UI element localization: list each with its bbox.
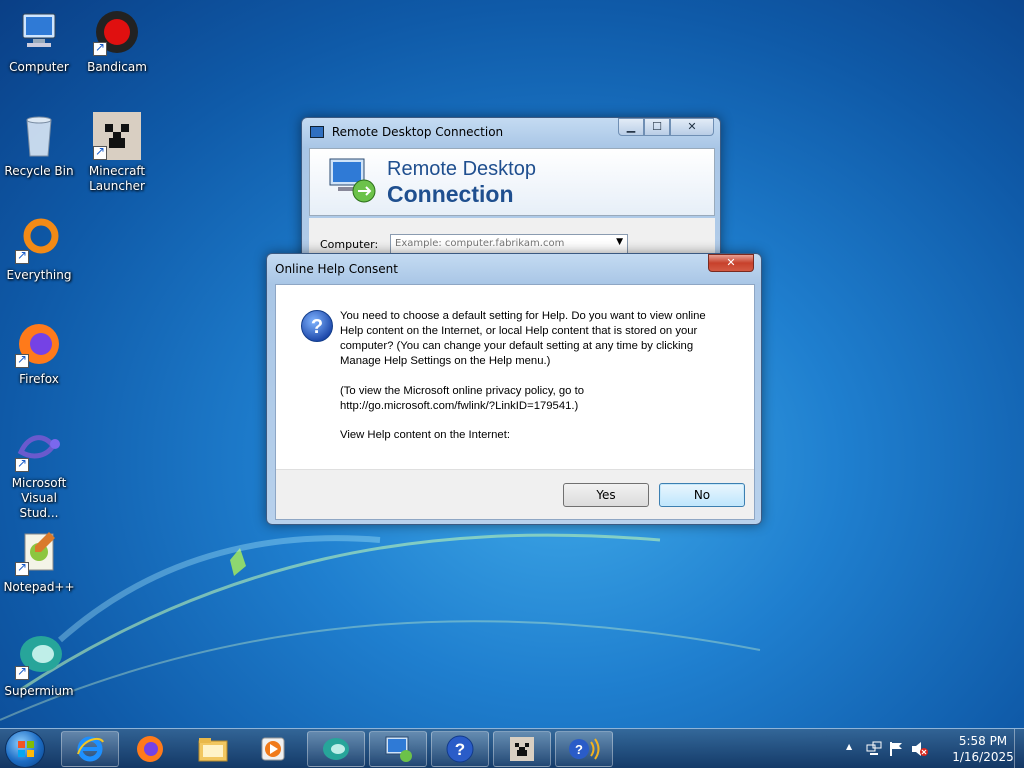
- desktop-icon-supermium[interactable]: Supermium: [0, 632, 78, 699]
- dialog-message: You need to choose a default setting for…: [340, 310, 706, 367]
- shortcut-arrow-icon: [15, 352, 29, 368]
- firefox-icon: [15, 320, 63, 368]
- bandicam-icon: [93, 8, 141, 56]
- desktop-icon-bandicam[interactable]: Bandicam: [78, 8, 156, 75]
- remote-desktop-logo-icon: [329, 158, 376, 203]
- shortcut-arrow-icon: [93, 144, 107, 160]
- desktop-icon-everything[interactable]: Everything: [0, 216, 78, 283]
- media-player-icon: [261, 737, 285, 761]
- rdc-heading-line2: Connection: [387, 181, 514, 207]
- desktop-icon-label: Notepad++: [3, 580, 75, 594]
- remote-desktop-icon: [385, 736, 412, 762]
- minecraft-icon: [93, 112, 141, 160]
- close-button[interactable]: ✕: [670, 118, 714, 136]
- dialog-title-bar[interactable]: Online Help Consent ✕: [267, 254, 761, 282]
- show-desktop-button[interactable]: [1014, 729, 1024, 768]
- taskbar-internet-explorer[interactable]: [61, 731, 119, 767]
- taskbar-media-player[interactable]: [244, 731, 302, 767]
- volume-muted-icon[interactable]: [910, 741, 928, 757]
- desktop-icon-label: Microsoft Visual Stud...: [11, 476, 67, 520]
- svg-text:?: ?: [455, 740, 465, 759]
- computer-input[interactable]: Example: computer.fabrikam.com: [395, 238, 564, 249]
- network-icon[interactable]: [866, 741, 882, 757]
- firefox-icon: [137, 736, 163, 762]
- dialog-question: View Help content on the Internet:: [340, 429, 510, 441]
- title-bar[interactable]: Remote Desktop Connection ▁ ☐ ✕: [302, 118, 720, 146]
- desktop-icon-notepadpp[interactable]: Notepad++: [0, 528, 78, 595]
- yes-button[interactable]: Yes: [563, 483, 649, 507]
- desktop-icon-firefox[interactable]: Firefox: [0, 320, 78, 387]
- minecraft-icon: [510, 737, 534, 761]
- computer-combobox[interactable]: Example: computer.fabrikam.com ▼: [390, 234, 628, 254]
- taskbar-minecraft[interactable]: [493, 731, 551, 767]
- computer-icon: [15, 8, 63, 56]
- dialog-close-button[interactable]: ✕: [708, 254, 754, 272]
- chevron-down-icon[interactable]: ▼: [616, 237, 623, 247]
- rdc-heading-line1: Remote Desktop: [387, 158, 536, 180]
- computer-label: Computer:: [320, 238, 379, 251]
- desktop-icon-computer[interactable]: Computer: [0, 8, 78, 75]
- dialog-button-bar: Yes No: [276, 469, 754, 519]
- question-icon: ?: [301, 310, 333, 342]
- internet-explorer-icon: [77, 736, 104, 762]
- privacy-policy-text: (To view the Microsoft online privacy po…: [340, 385, 585, 412]
- shortcut-arrow-icon: [15, 664, 29, 680]
- desktop-icon-label: Everything: [6, 268, 72, 282]
- taskbar-firefox[interactable]: [121, 731, 179, 767]
- desktop-icon-label: Bandicam: [87, 60, 147, 74]
- notepadpp-icon: [15, 528, 63, 576]
- desktop-icon-label: Supermium: [4, 684, 74, 698]
- no-button[interactable]: No: [659, 483, 745, 507]
- maximize-button[interactable]: ☐: [644, 118, 670, 136]
- desktop-icon-label: Recycle Bin: [4, 164, 74, 178]
- help-icon: ?: [446, 735, 474, 763]
- supermium-icon: [323, 738, 349, 760]
- start-button[interactable]: [5, 730, 45, 768]
- dialog-content: ? You need to choose a default setting f…: [275, 284, 755, 520]
- minimize-button[interactable]: ▁: [618, 118, 644, 136]
- taskbar-remote-desktop[interactable]: [369, 731, 427, 767]
- desktop-icon-label: Minecraft Launcher: [88, 164, 146, 193]
- tray-overflow-button[interactable]: ▲: [846, 742, 852, 751]
- recycle-bin-icon: [15, 112, 63, 160]
- action-center-flag-icon[interactable]: [888, 741, 904, 757]
- shortcut-arrow-icon: [15, 560, 29, 576]
- shortcut-arrow-icon: [93, 40, 107, 56]
- desktop-icon-label: Computer: [9, 60, 69, 74]
- taskbar: ? ? ▲ 5:58 PM 1/16/2025: [0, 728, 1024, 768]
- supermium-icon: [15, 632, 63, 680]
- desktop-icon-minecraft[interactable]: Minecraft Launcher: [78, 112, 156, 194]
- file-explorer-icon: [198, 738, 228, 762]
- everything-icon: [15, 216, 63, 264]
- taskbar-file-explorer[interactable]: [184, 731, 242, 767]
- help-sound-icon: ?: [569, 738, 600, 760]
- visual-studio-icon: [15, 424, 63, 472]
- taskbar-help-sound[interactable]: ?: [555, 731, 613, 767]
- windows-logo-icon: [18, 741, 34, 757]
- shortcut-arrow-icon: [15, 248, 29, 264]
- window-title: Remote Desktop Connection: [331, 125, 504, 139]
- shortcut-arrow-icon: [15, 456, 29, 472]
- desktop-icon-recycle-bin[interactable]: Recycle Bin: [0, 112, 78, 179]
- taskbar-help[interactable]: ?: [431, 731, 489, 767]
- system-tray: ▲ 5:58 PM 1/16/2025: [840, 729, 1024, 768]
- desktop-icon-label: Firefox: [19, 372, 59, 386]
- desktop-icon-visual-studio[interactable]: Microsoft Visual Stud...: [0, 424, 78, 521]
- clock-date[interactable]: 1/16/2025: [950, 750, 1016, 764]
- remote-desktop-small-icon: [310, 126, 324, 138]
- taskbar-supermium[interactable]: [307, 731, 365, 767]
- help-consent-dialog[interactable]: Online Help Consent ✕ ? You need to choo…: [266, 253, 762, 525]
- rdc-banner: Remote Desktop Connection: [309, 148, 715, 216]
- clock-time[interactable]: 5:58 PM: [950, 734, 1016, 748]
- svg-text:?: ?: [311, 316, 323, 338]
- svg-text:?: ?: [575, 742, 583, 757]
- dialog-title: Online Help Consent: [275, 262, 398, 276]
